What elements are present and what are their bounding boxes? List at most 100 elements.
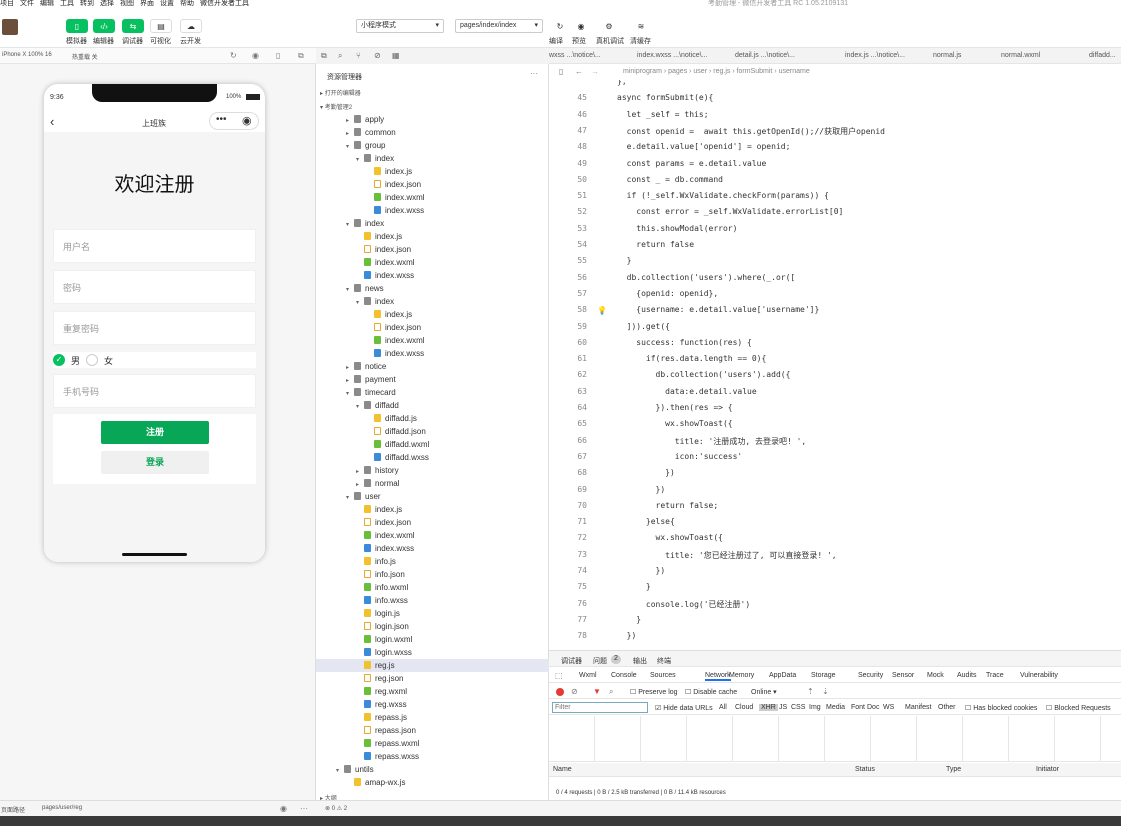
disable-cache-checkbox[interactable]: ☐ Disable cache xyxy=(685,688,737,696)
tree-item[interactable]: info.json xyxy=(316,568,549,581)
tree-item[interactable]: ▾ user xyxy=(316,490,549,503)
mode-select[interactable]: 小程序模式 xyxy=(356,19,444,33)
devtools-tab[interactable]: Wxml xyxy=(579,672,597,679)
tree-item[interactable]: repass.wxss xyxy=(316,750,549,763)
code-line[interactable]: this.showModal(error) xyxy=(617,224,737,233)
menu-item[interactable]: 文件 xyxy=(20,0,34,8)
editor-tab[interactable]: index.wxss ...\notice\... xyxy=(637,48,707,63)
clear-cache-button[interactable]: ≋ xyxy=(630,19,652,33)
code-line[interactable]: }) xyxy=(617,631,637,640)
col-name[interactable]: Name xyxy=(553,766,572,773)
radio-male-checked-icon[interactable]: ✓ xyxy=(53,354,65,366)
branch-icon[interactable]: ⑂ xyxy=(356,51,361,60)
tree-item[interactable]: repass.wxml xyxy=(316,737,549,750)
editor-toggle-button[interactable]: ‹/› xyxy=(93,19,115,33)
throttle-select[interactable]: Online ▾ xyxy=(751,688,777,696)
window-icon[interactable]: ⧉ xyxy=(298,51,304,61)
editor-tab[interactable]: wxss ...\notice\... xyxy=(549,48,601,63)
menu-item[interactable]: 视图 xyxy=(120,0,134,8)
menu-item[interactable]: 选择 xyxy=(100,0,114,8)
back-icon[interactable]: ← xyxy=(575,64,583,80)
code-line[interactable]: {username: e.detail.value['username']} xyxy=(617,305,819,314)
menu-item[interactable]: 界面 xyxy=(140,0,154,8)
code-line[interactable]: const error = _self.WxValidate.errorList… xyxy=(617,207,843,216)
devtools-tab[interactable]: Mock xyxy=(927,672,944,679)
tree-item[interactable]: index.wxml xyxy=(316,256,549,269)
tree-item[interactable]: index.wxml xyxy=(316,191,549,204)
hide-data-urls-checkbox[interactable]: ☑ Hide data URLs xyxy=(655,704,713,712)
menu-item[interactable]: 设置 xyxy=(160,0,174,8)
type-filter-font[interactable]: Font xyxy=(851,704,865,711)
menu-item[interactable]: 微信开发者工具 xyxy=(200,0,249,8)
close-mini-icon[interactable]: ◉ xyxy=(242,114,252,127)
tab-debugger[interactable]: 调试器 xyxy=(561,656,582,666)
code-line[interactable]: }) xyxy=(617,468,675,477)
editor-tab[interactable]: diffadd... xyxy=(1089,48,1116,63)
type-filter-css[interactable]: CSS xyxy=(791,704,805,711)
phone-input[interactable]: 手机号码 xyxy=(53,374,256,408)
cloud-dev-button[interactable]: ☁ xyxy=(180,19,202,33)
code-line[interactable]: success: function(res) { xyxy=(617,338,752,347)
device-select[interactable]: iPhone X 100% 16 xyxy=(2,52,52,58)
preserve-log-checkbox[interactable]: ☐ Preserve log xyxy=(630,688,678,696)
menu-item[interactable]: 项目 xyxy=(0,0,14,8)
tree-item[interactable]: index.js xyxy=(316,165,549,178)
login-button[interactable]: 登录 xyxy=(101,451,209,474)
tree-item[interactable]: ▾ diffadd xyxy=(316,399,549,412)
visual-button[interactable]: ▤ xyxy=(150,19,172,33)
refresh-icon[interactable]: ↻ xyxy=(230,51,237,60)
tree-item[interactable]: index.js xyxy=(316,230,549,243)
register-button[interactable]: 注册 xyxy=(101,421,209,444)
col-initiator[interactable]: Initiator xyxy=(1036,766,1059,773)
preview-button[interactable]: ◉ xyxy=(570,19,592,33)
code-line[interactable]: data:e.detail.value xyxy=(617,387,757,396)
editor-tab[interactable]: normal.js xyxy=(933,48,961,63)
type-filter-doc[interactable]: Doc xyxy=(867,704,879,711)
code-line[interactable]: title: '注册成功, 去登录吧! ', xyxy=(617,436,806,447)
devtools-tab[interactable]: Security xyxy=(858,672,883,679)
tree-item[interactable]: ▸ history xyxy=(316,464,549,477)
code-line[interactable]: {openid: openid}, xyxy=(617,289,718,298)
type-filter-media[interactable]: Media xyxy=(826,704,845,711)
tree-item[interactable]: ▾ index xyxy=(316,152,549,165)
lightbulb-icon[interactable]: 💡 xyxy=(597,306,607,315)
devtools-tab[interactable]: AppData xyxy=(769,672,796,679)
tree-item[interactable]: reg.json xyxy=(316,672,549,685)
editor-tab[interactable]: normal.wxml xyxy=(1001,48,1040,63)
inspect-icon[interactable]: ⬚ xyxy=(555,671,563,680)
real-device-debug-button[interactable]: ⚙ xyxy=(598,19,620,33)
filter-icon[interactable]: ▼ xyxy=(593,687,601,696)
tree-item[interactable]: ▸ notice xyxy=(316,360,549,373)
type-filter-other[interactable]: Other xyxy=(938,704,956,711)
radio-female-icon[interactable] xyxy=(86,354,99,366)
editor-tab[interactable]: detail.js ...\notice\... xyxy=(735,48,795,63)
tree-item[interactable]: info.wxss xyxy=(316,594,549,607)
col-type[interactable]: Type xyxy=(946,766,961,773)
tree-item[interactable]: index.json xyxy=(316,243,549,256)
password-input[interactable]: 密码 xyxy=(53,270,256,304)
clear-icon[interactable]: ⊘ xyxy=(571,687,578,696)
menu-item[interactable]: 工具 xyxy=(60,0,74,8)
tree-item[interactable]: ▾ index xyxy=(316,295,549,308)
tree-item[interactable]: repass.js xyxy=(316,711,549,724)
forward-icon[interactable]: → xyxy=(591,64,599,80)
repeat-password-input[interactable]: 重复密码 xyxy=(53,311,256,345)
tree-item[interactable]: ▾ news xyxy=(316,282,549,295)
capsule-menu[interactable]: ••• ◉ xyxy=(209,112,259,130)
type-filter-ws[interactable]: WS xyxy=(883,704,894,711)
more-icon[interactable]: ··· xyxy=(530,69,538,78)
code-line[interactable]: }) xyxy=(617,485,666,494)
code-line[interactable]: wx.showToast({ xyxy=(617,419,732,428)
code-line[interactable]: wx.showToast({ xyxy=(617,533,723,542)
type-filter-all[interactable]: All xyxy=(719,704,727,711)
tree-item[interactable]: login.js xyxy=(316,607,549,620)
code-line[interactable]: }).then(res => { xyxy=(617,403,733,412)
open-editors-section[interactable]: ▸ 打开的编辑器 xyxy=(320,88,361,97)
tree-item[interactable]: index.wxml xyxy=(316,529,549,542)
code-line[interactable]: if (!_self.WxValidate.checkForm(params))… xyxy=(617,191,829,200)
tree-item[interactable]: login.wxss xyxy=(316,646,549,659)
record-icon[interactable] xyxy=(556,688,564,696)
phone-icon[interactable]: ▯ xyxy=(276,51,280,60)
code-line[interactable]: if(res.data.length == 0){ xyxy=(617,354,766,363)
network-overview[interactable] xyxy=(549,716,1121,762)
